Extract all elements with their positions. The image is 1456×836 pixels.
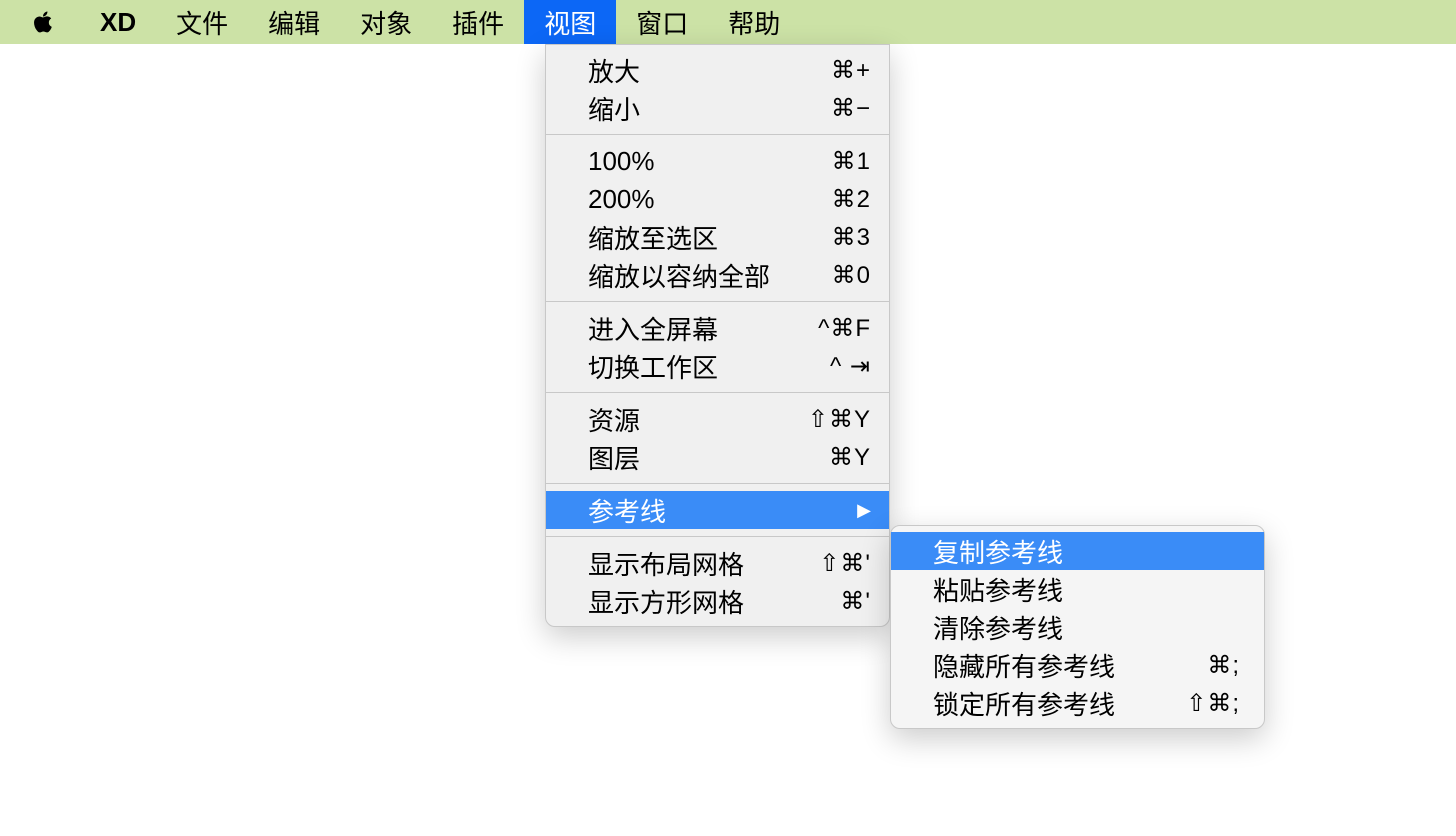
menu-item-label: 复制参考线	[933, 533, 1063, 570]
submenu-copy-guides[interactable]: 复制参考线	[891, 532, 1264, 570]
menu-item-shortcut: ⌘;	[1207, 651, 1240, 680]
menu-item-label: 100%	[588, 146, 655, 177]
apple-logo-icon[interactable]	[30, 9, 56, 35]
menu-item-label: 缩小	[588, 90, 640, 127]
menu-separator	[546, 483, 889, 484]
menu-item-shortcut: ⌘−	[831, 94, 871, 123]
menu-file[interactable]: 文件	[156, 0, 248, 44]
menu-square-grid[interactable]: 显示方形网格 ⌘'	[546, 582, 889, 620]
menu-item-label: 缩放至选区	[588, 219, 718, 256]
menu-item-shortcut: ⌘2	[832, 185, 871, 214]
menu-item-shortcut: ⌘'	[840, 587, 871, 616]
menu-layers[interactable]: 图层 ⌘Y	[546, 438, 889, 476]
menu-assets[interactable]: 资源 ⇧⌘Y	[546, 400, 889, 438]
menu-separator	[546, 536, 889, 537]
menu-item-label: 缩放以容纳全部	[588, 257, 770, 294]
menu-item-label: 资源	[588, 401, 640, 438]
menu-item-label: 显示布局网格	[588, 545, 744, 582]
menu-item-label: 200%	[588, 184, 655, 215]
menu-item-shortcut: ⇧⌘'	[819, 549, 871, 578]
menu-help[interactable]: 帮助	[708, 0, 800, 44]
menu-item-label: 切换工作区	[588, 348, 718, 385]
menu-item-label: 放大	[588, 52, 640, 89]
menu-item-label: 清除参考线	[933, 609, 1063, 646]
menubar: XD 文件 编辑 对象 插件 视图 窗口 帮助	[0, 0, 1456, 44]
submenu-lock-all-guides[interactable]: 锁定所有参考线 ⇧⌘;	[891, 684, 1264, 722]
menu-zoom-200[interactable]: 200% ⌘2	[546, 180, 889, 218]
menu-object[interactable]: 对象	[340, 0, 432, 44]
menu-separator	[546, 301, 889, 302]
guides-submenu: 复制参考线 粘贴参考线 清除参考线 隐藏所有参考线 ⌘; 锁定所有参考线 ⇧⌘;	[890, 525, 1265, 729]
submenu-clear-guides[interactable]: 清除参考线	[891, 608, 1264, 646]
menu-item-shortcut: ⌘Y	[829, 443, 871, 472]
menu-zoom-in[interactable]: 放大 ⌘+	[546, 51, 889, 89]
menu-separator	[546, 134, 889, 135]
menu-zoom-100[interactable]: 100% ⌘1	[546, 142, 889, 180]
menu-item-shortcut: ⌘0	[832, 261, 871, 290]
menu-switch-workspace[interactable]: 切换工作区 ^ ⇥	[546, 347, 889, 385]
menu-fullscreen[interactable]: 进入全屏幕 ^⌘F	[546, 309, 889, 347]
menu-guides[interactable]: 参考线 ▶	[546, 491, 889, 529]
menu-window[interactable]: 窗口	[616, 0, 708, 44]
app-name[interactable]: XD	[80, 0, 156, 44]
menu-item-shortcut: ⇧⌘;	[1186, 689, 1240, 718]
menu-item-shortcut: ^ ⇥	[830, 352, 871, 381]
menu-item-label: 锁定所有参考线	[933, 685, 1115, 722]
view-dropdown: 放大 ⌘+ 缩小 ⌘− 100% ⌘1 200% ⌘2 缩放至选区 ⌘3 缩放以…	[545, 44, 890, 627]
menu-separator	[546, 392, 889, 393]
menu-zoom-selection[interactable]: 缩放至选区 ⌘3	[546, 218, 889, 256]
menu-item-label: 图层	[588, 439, 640, 476]
menu-edit[interactable]: 编辑	[248, 0, 340, 44]
submenu-paste-guides[interactable]: 粘贴参考线	[891, 570, 1264, 608]
menu-view[interactable]: 视图	[524, 0, 616, 44]
submenu-arrow-icon: ▶	[857, 500, 871, 521]
menu-zoom-out[interactable]: 缩小 ⌘−	[546, 89, 889, 127]
menu-item-label: 进入全屏幕	[588, 310, 718, 347]
menu-item-label: 显示方形网格	[588, 583, 744, 620]
menu-plugin[interactable]: 插件	[432, 0, 524, 44]
menu-item-shortcut: ⇧⌘Y	[808, 405, 871, 434]
submenu-hide-all-guides[interactable]: 隐藏所有参考线 ⌘;	[891, 646, 1264, 684]
menu-layout-grid[interactable]: 显示布局网格 ⇧⌘'	[546, 544, 889, 582]
menu-item-label: 参考线	[588, 492, 666, 529]
menu-item-shortcut: ⌘3	[832, 223, 871, 252]
menu-item-label: 隐藏所有参考线	[933, 647, 1115, 684]
menu-item-label: 粘贴参考线	[933, 571, 1063, 608]
menu-zoom-fit[interactable]: 缩放以容纳全部 ⌘0	[546, 256, 889, 294]
menu-item-shortcut: ⌘+	[831, 56, 871, 85]
menu-item-shortcut: ⌘1	[832, 147, 871, 176]
menu-item-shortcut: ^⌘F	[818, 314, 871, 343]
